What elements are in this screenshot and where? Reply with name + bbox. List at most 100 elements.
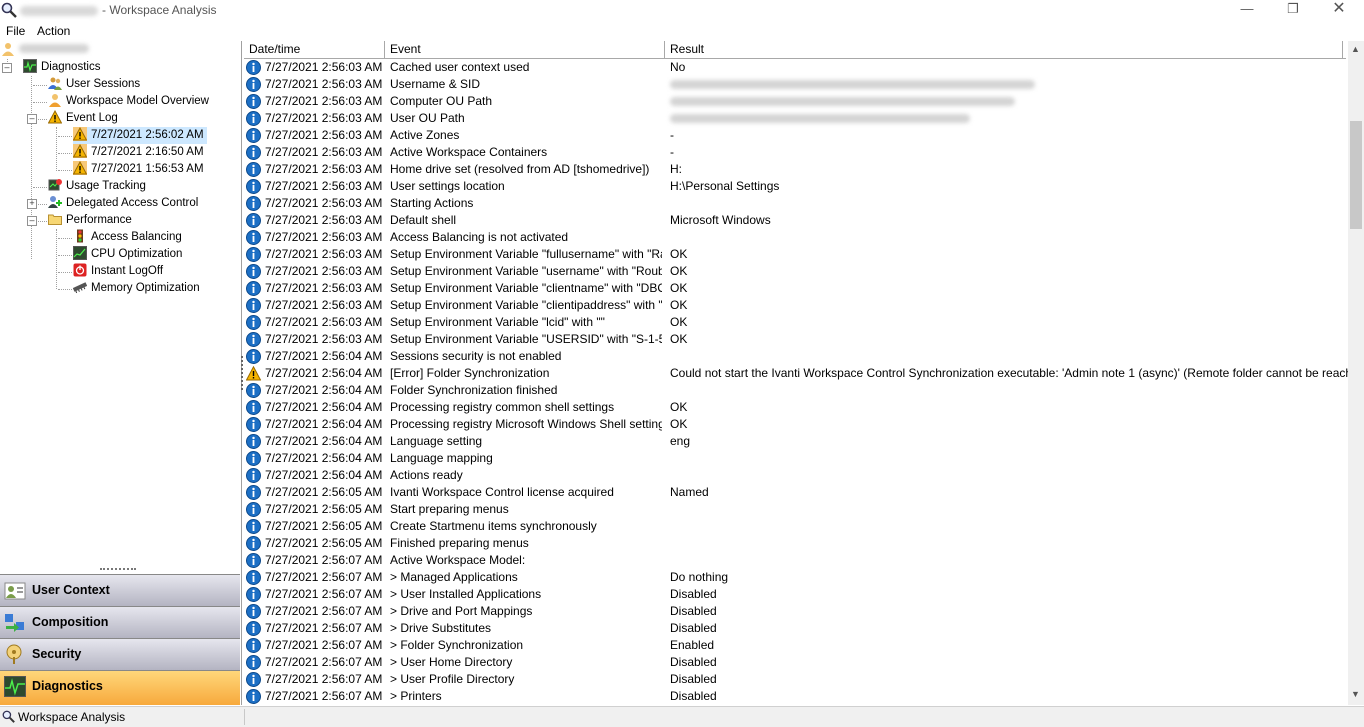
table-row[interactable]: 7/27/2021 2:56:07 AM > Printers Disabled: [244, 688, 1348, 705]
tree-item-memory-optimization[interactable]: Memory Optimization: [73, 280, 200, 297]
tree-item-label: Instant LogOff: [91, 265, 164, 277]
tree-item-event-0216[interactable]: 7/27/2021 2:16:50 AM: [73, 143, 204, 161]
tree-item-event-0256[interactable]: 7/27/2021 2:56:02 AM: [73, 126, 207, 144]
table-row[interactable]: 7/27/2021 2:56:07 AM > User Home Director…: [244, 654, 1348, 671]
table-row[interactable]: 7/27/2021 2:56:03 AM Setup Environment Va…: [244, 314, 1348, 331]
cell-datetime: 7/27/2021 2:56:03 AM: [265, 162, 383, 176]
table-row[interactable]: 7/27/2021 2:56:04 AM Language mapping: [244, 450, 1348, 467]
info-icon: [246, 587, 261, 602]
table-row[interactable]: 7/27/2021 2:56:04 AM [Error] Folder Synch…: [244, 365, 1348, 382]
table-row[interactable]: 7/27/2021 2:56:03 AM Home drive set (reso…: [244, 161, 1348, 178]
table-row[interactable]: 7/27/2021 2:56:04 AM Sessions security is…: [244, 348, 1348, 365]
info-icon: [246, 281, 261, 296]
info-icon: [246, 519, 261, 534]
cell-datetime: 7/27/2021 2:56:04 AM: [265, 417, 383, 431]
info-icon: [246, 77, 261, 92]
info-icon: [246, 672, 261, 687]
tree-item-event-log[interactable]: Event Log: [48, 109, 118, 127]
nav-security[interactable]: Security: [0, 638, 240, 670]
tree-item-access-balancing[interactable]: Access Balancing: [73, 229, 182, 246]
info-icon: [246, 434, 261, 449]
table-row[interactable]: 7/27/2021 2:56:03 AM Computer OU Path: [244, 93, 1348, 110]
tree-item-usage-tracking[interactable]: Usage Tracking: [48, 178, 146, 195]
cell-result: OK: [670, 315, 688, 329]
tree-item-workspace-model-overview[interactable]: Workspace Model Overview: [48, 93, 209, 110]
cell-event: > User Profile Directory: [390, 672, 515, 686]
collapse-performance[interactable]: –: [27, 216, 37, 226]
menu-file[interactable]: File: [6, 24, 25, 38]
table-row[interactable]: 7/27/2021 2:56:04 AM Language setting eng: [244, 433, 1348, 450]
info-icon: [246, 60, 261, 75]
table-row[interactable]: 7/27/2021 2:56:03 AM Active Zones -: [244, 127, 1348, 144]
vertical-scrollbar[interactable]: ▲ ▼: [1348, 41, 1364, 705]
table-row[interactable]: 7/27/2021 2:56:07 AM Active Workspace Mod…: [244, 552, 1348, 569]
cell-event: Sessions security is not enabled: [390, 349, 562, 363]
table-row[interactable]: 7/27/2021 2:56:05 AM Finished preparing m…: [244, 535, 1348, 552]
table-row[interactable]: 7/27/2021 2:56:04 AM Actions ready: [244, 467, 1348, 484]
scroll-up-icon[interactable]: ▲: [1351, 44, 1360, 54]
nav-diagnostics[interactable]: Diagnostics: [0, 670, 240, 705]
redacted-user-name: [19, 44, 89, 53]
table-row[interactable]: 7/27/2021 2:56:03 AM Setup Environment Va…: [244, 280, 1348, 297]
nav-composition[interactable]: Composition: [0, 606, 240, 638]
table-row[interactable]: 7/27/2021 2:56:03 AM Setup Environment Va…: [244, 263, 1348, 280]
menu-action[interactable]: Action: [37, 24, 70, 38]
warning-icon: [73, 143, 87, 158]
cell-result: Could not start the Ivanti Workspace Con…: [670, 366, 1348, 380]
table-row[interactable]: 7/27/2021 2:56:07 AM > Drive Substitutes D…: [244, 620, 1348, 637]
table-row[interactable]: 7/27/2021 2:56:05 AM Create Startmenu ite…: [244, 518, 1348, 535]
tree-item-cpu-optimization[interactable]: CPU Optimization: [73, 245, 182, 263]
table-row[interactable]: 7/27/2021 2:56:05 AM Ivanti Workspace Con…: [244, 484, 1348, 501]
table-row[interactable]: 7/27/2021 2:56:03 AM Cached user context …: [244, 59, 1348, 76]
table-row[interactable]: 7/27/2021 2:56:03 AM Setup Environment Va…: [244, 297, 1348, 314]
tree-item-diagnostics[interactable]: Diagnostics: [23, 58, 100, 76]
collapse-event-log[interactable]: –: [27, 114, 37, 124]
scroll-down-icon[interactable]: ▼: [1351, 689, 1360, 699]
table-row[interactable]: 7/27/2021 2:56:07 AM > Managed Applicatio…: [244, 569, 1348, 586]
info-icon: [246, 383, 261, 398]
tree-item-delegated-access-control[interactable]: Delegated Access Control: [48, 195, 198, 212]
column-header-datetime[interactable]: Date/time: [244, 41, 385, 58]
table-row[interactable]: 7/27/2021 2:56:07 AM > Drive and Port Map…: [244, 603, 1348, 620]
cell-datetime: 7/27/2021 2:56:03 AM: [265, 247, 383, 261]
table-row[interactable]: 7/27/2021 2:56:03 AM User OU Path: [244, 110, 1348, 127]
column-header-result[interactable]: Result: [665, 41, 1343, 58]
table-row[interactable]: 7/27/2021 2:56:03 AM Setup Environment Va…: [244, 331, 1348, 348]
info-icon: [246, 553, 261, 568]
table-row[interactable]: 7/27/2021 2:56:03 AM Default shell Microso…: [244, 212, 1348, 229]
pane-resize-grip[interactable]: [100, 568, 136, 573]
table-row[interactable]: 7/27/2021 2:56:03 AM Username & SID: [244, 76, 1348, 93]
cell-result: OK: [670, 417, 688, 431]
table-row[interactable]: 7/27/2021 2:56:03 AM Setup Environment Va…: [244, 246, 1348, 263]
tree-item-label: 7/27/2021 2:16:50 AM: [91, 146, 204, 158]
cell-event: Access Balancing is not activated: [390, 230, 569, 244]
table-row[interactable]: 7/27/2021 2:56:07 AM > Folder Synchroniza…: [244, 637, 1348, 654]
restore-button[interactable]: ❐: [1270, 0, 1316, 20]
scrollbar-thumb[interactable]: [1350, 121, 1362, 229]
nav-user-context[interactable]: User Context: [0, 574, 240, 606]
info-icon: [246, 264, 261, 279]
minimize-button[interactable]: —: [1224, 0, 1270, 20]
table-row[interactable]: 7/27/2021 2:56:03 AM Access Balancing is …: [244, 229, 1348, 246]
column-header-event[interactable]: Event: [385, 41, 665, 58]
expand-delegated-access[interactable]: +: [27, 199, 37, 209]
table-row[interactable]: 7/27/2021 2:56:03 AM Starting Actions: [244, 195, 1348, 212]
table-row[interactable]: 7/27/2021 2:56:05 AM Start preparing menu…: [244, 501, 1348, 518]
table-row[interactable]: 7/27/2021 2:56:03 AM User settings locati…: [244, 178, 1348, 195]
table-row[interactable]: 7/27/2021 2:56:07 AM > User Profile Direc…: [244, 671, 1348, 688]
table-row[interactable]: 7/27/2021 2:56:04 AM Folder Synchronizati…: [244, 382, 1348, 399]
tree-root-user[interactable]: [1, 42, 89, 59]
cell-event: Actions ready: [390, 468, 463, 482]
tree-item-instant-logoff[interactable]: Instant LogOff: [73, 263, 163, 280]
table-row[interactable]: 7/27/2021 2:56:04 AM Processing registry …: [244, 416, 1348, 433]
table-row[interactable]: 7/27/2021 2:56:04 AM Processing registry …: [244, 399, 1348, 416]
memory-icon: [73, 282, 87, 294]
redacted-username: [20, 5, 98, 16]
close-button[interactable]: ✕: [1316, 0, 1362, 20]
tree-item-event-0156[interactable]: 7/27/2021 1:56:53 AM: [73, 160, 204, 178]
table-row[interactable]: 7/27/2021 2:56:03 AM Active Workspace Con…: [244, 144, 1348, 161]
table-row[interactable]: 7/27/2021 2:56:07 AM > User Installed App…: [244, 586, 1348, 603]
collapse-diagnostics[interactable]: –: [2, 63, 12, 73]
tree-item-user-sessions[interactable]: User Sessions: [48, 76, 140, 93]
tree-item-performance[interactable]: Performance: [48, 212, 132, 229]
